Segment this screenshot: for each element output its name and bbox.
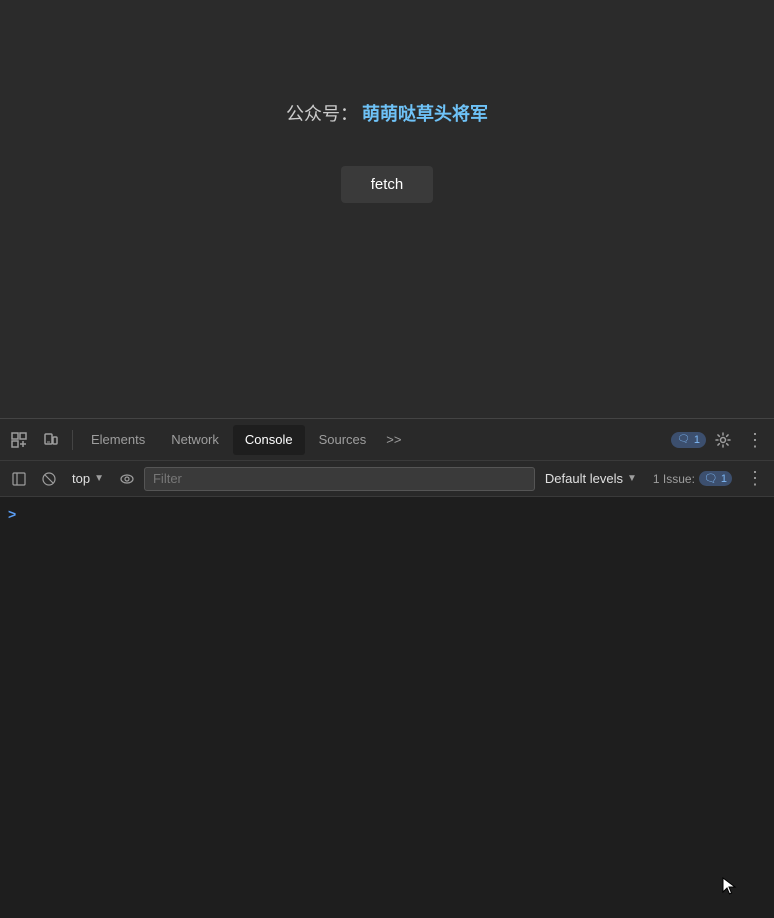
page-title: 公众号： 萌萌哒草头将军 [286,100,488,126]
issue-count-badge: 🗨 1 [699,471,732,486]
issues-badge[interactable]: 1 Issue: 🗨 1 [647,469,738,488]
more-icon: ⋮ [746,431,764,449]
issue-count: 1 [721,473,727,485]
tab-network[interactable]: Network [159,425,231,455]
default-levels-button[interactable]: Default levels ▼ [539,468,643,489]
device-toolbar-button[interactable] [36,425,66,455]
title-label: 公众号： [286,100,358,126]
prompt-arrow-icon: > [8,506,16,522]
console-output: > [0,497,774,918]
default-levels-label: Default levels [545,471,623,486]
context-selector[interactable]: top ▼ [66,468,110,489]
issue-prefix: 1 Issue: [653,472,695,486]
filter-input[interactable] [144,467,535,491]
more-tabs-button[interactable]: >> [380,432,407,447]
tab-elements[interactable]: Elements [79,425,157,455]
tab-console[interactable]: Console [233,425,305,455]
more-options-button[interactable]: ⋮ [740,425,770,455]
console-badge: 🗨 1 [671,432,706,448]
devtools-panel: Elements Network Console Sources >> 🗨 1 … [0,418,774,918]
console-sub-toolbar: top ▼ Default levels ▼ 1 Issue: 🗨 1 [0,461,774,497]
issue-badge-icon: 🗨 [704,472,718,485]
live-expressions-button[interactable] [114,466,140,492]
fetch-button[interactable]: fetch [341,166,434,203]
console-prompt: > [8,501,766,526]
console-more-button[interactable]: ⋮ [742,466,768,492]
settings-button[interactable] [708,425,738,455]
page-area: 公众号： 萌萌哒草头将军 fetch [0,0,774,418]
badge-count: 1 [694,434,700,446]
tab-sources[interactable]: Sources [307,425,379,455]
devtools-toolbar: Elements Network Console Sources >> 🗨 1 … [0,419,774,461]
clear-console-button[interactable] [36,466,62,492]
levels-dropdown-arrow-icon: ▼ [627,473,637,484]
badge-icon: 🗨 [677,434,690,445]
console-more-icon: ⋮ [746,468,764,489]
toolbar-divider [72,430,73,450]
context-label: top [72,471,90,486]
dropdown-arrow-icon: ▼ [94,473,104,484]
sidebar-toggle-button[interactable] [6,466,32,492]
title-highlight: 萌萌哒草头将军 [362,100,488,126]
inspect-icon-button[interactable] [4,425,34,455]
